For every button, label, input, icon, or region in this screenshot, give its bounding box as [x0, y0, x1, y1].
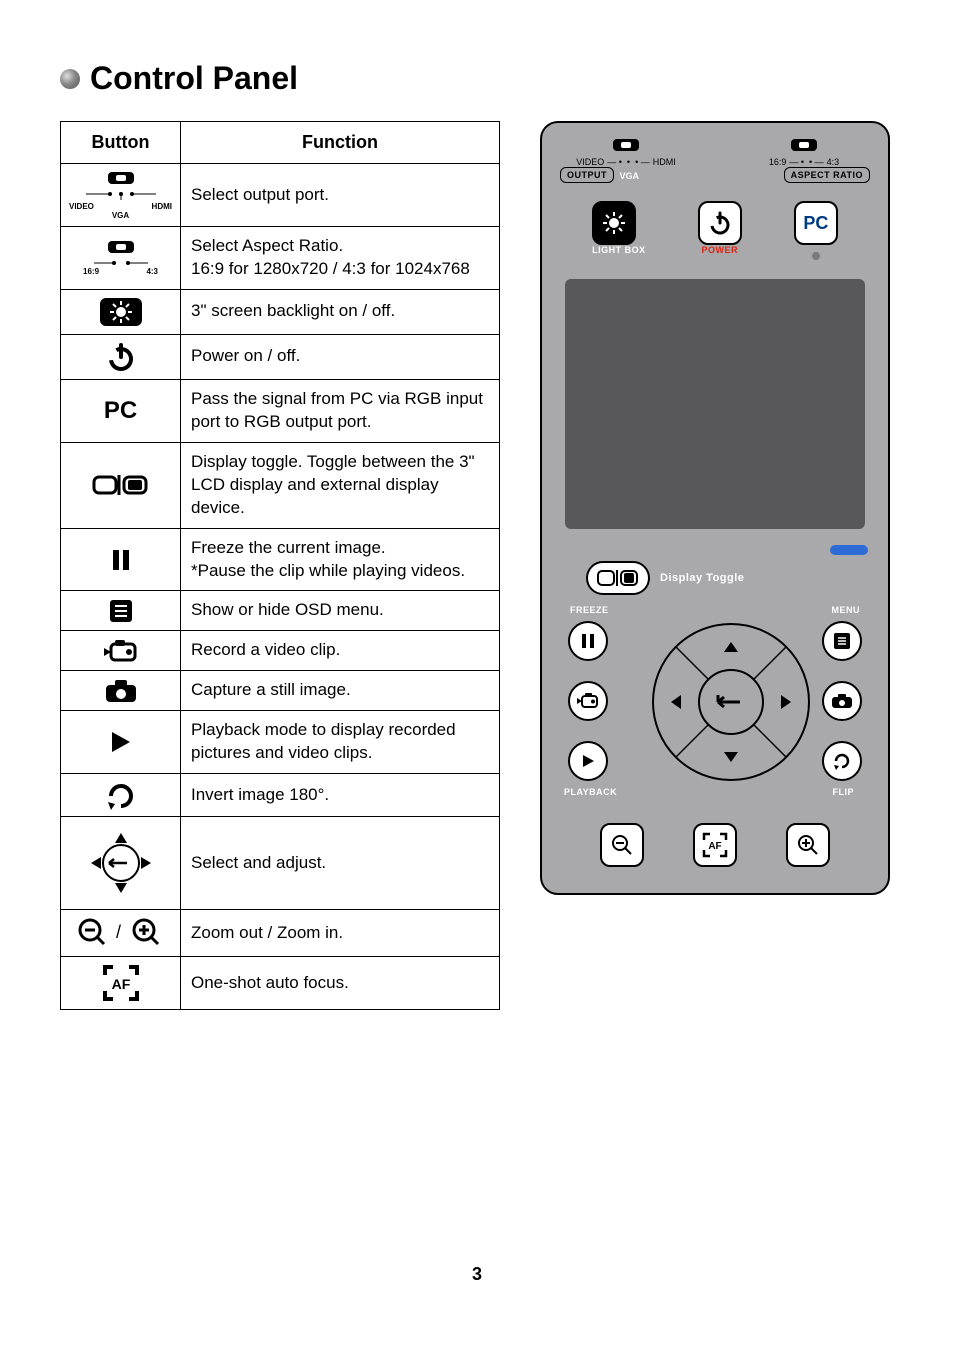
pause-icon — [109, 548, 133, 572]
power-button[interactable] — [698, 201, 742, 245]
record-icon — [101, 638, 141, 664]
table-row: Select and adjust. — [61, 817, 500, 910]
fn-text: Select output port. — [181, 164, 500, 227]
autofocus-button[interactable]: AF — [693, 823, 737, 867]
lightbox-button[interactable] — [592, 201, 636, 245]
aspect-slider[interactable]: 16:9 — • • — 4:3 ASPECT RATIO — [734, 137, 874, 183]
fn-text: Select Aspect Ratio. 16:9 for 1280x720 /… — [181, 227, 500, 290]
title-text: Control Panel — [90, 60, 298, 97]
control-panel-diagram: VIDEO — • • • — HDMI OUTPUT VGA 16:9 — •… — [540, 121, 890, 895]
camera-icon — [104, 678, 138, 704]
output-label-btn: OUTPUT — [560, 167, 614, 183]
fn-text: Show or hide OSD menu. — [181, 591, 500, 631]
display-toggle-icon — [91, 472, 151, 498]
table-row: 3" screen backlight on / off. — [61, 289, 500, 334]
dpad-icon — [81, 823, 161, 903]
fn-text: Power on / off. — [181, 334, 500, 379]
play-icon — [108, 729, 134, 755]
zoom-in-button[interactable] — [786, 823, 830, 867]
fn-text: Pass the signal from PC via RGB input po… — [181, 379, 500, 442]
aspect-label-btn: ASPECT RATIO — [784, 167, 870, 183]
pc-led — [812, 252, 820, 260]
svg-text:AF: AF — [708, 841, 721, 852]
table-row: Show or hide OSD menu. — [61, 591, 500, 631]
th-button: Button — [61, 122, 181, 164]
table-row: AF One-shot auto focus. — [61, 957, 500, 1010]
dpad-control[interactable] — [646, 617, 816, 787]
power-icon — [105, 341, 137, 373]
page-number: 3 — [0, 1264, 954, 1285]
zoom-icons: / — [76, 916, 166, 950]
record-button[interactable] — [568, 681, 608, 721]
table-row: Display toggle. Toggle between the 3" LC… — [61, 442, 500, 528]
table-row: Freeze the current image. *Pause the cli… — [61, 528, 500, 591]
menu-button[interactable] — [822, 621, 862, 661]
fn-text: Freeze the current image. *Pause the cli… — [181, 528, 500, 591]
display-toggle-button[interactable] — [586, 561, 650, 595]
table-row: 16:9 4:3 Select Aspect Ratio. 16:9 for 1… — [61, 227, 500, 290]
svg-text:/: / — [116, 922, 121, 942]
page-title: Control Panel — [60, 60, 894, 97]
fn-text: 3" screen backlight on / off. — [181, 289, 500, 334]
fn-text: One-shot auto focus. — [181, 957, 500, 1010]
freeze-button[interactable] — [568, 621, 608, 661]
fn-text: Select and adjust. — [181, 817, 500, 910]
status-led — [830, 545, 868, 555]
menu-icon — [108, 598, 134, 624]
table-row: PC Pass the signal from PC via RGB input… — [61, 379, 500, 442]
capture-button[interactable] — [822, 681, 862, 721]
table-row: VIDEO HDMI VGA Select output port. — [61, 164, 500, 227]
table-row: Power on / off. — [61, 334, 500, 379]
svg-text:AF: AF — [111, 976, 130, 992]
fn-text: Playback mode to display recorded pictur… — [181, 711, 500, 774]
table-row: / Zoom out / Zoom in. — [61, 910, 500, 957]
fn-text: Record a video clip. — [181, 631, 500, 671]
th-function: Function — [181, 122, 500, 164]
af-icon: AF — [101, 963, 141, 1003]
fn-text: Capture a still image. — [181, 671, 500, 711]
flip-icon — [105, 780, 137, 810]
playback-button[interactable] — [568, 741, 608, 781]
table-row: Invert image 180°. — [61, 774, 500, 817]
table-row: Capture a still image. — [61, 671, 500, 711]
bullet-icon — [60, 69, 80, 89]
fn-text: Zoom out / Zoom in. — [181, 910, 500, 957]
fn-text: Invert image 180°. — [181, 774, 500, 817]
zoom-out-button[interactable] — [600, 823, 644, 867]
table-row: Playback mode to display recorded pictur… — [61, 711, 500, 774]
pc-button[interactable]: PC — [794, 201, 838, 245]
flip-button[interactable] — [822, 741, 862, 781]
lcd-screen — [565, 279, 865, 529]
function-table: Button Function — [60, 121, 500, 1010]
table-row: Record a video clip. — [61, 631, 500, 671]
fn-text: Display toggle. Toggle between the 3" LC… — [181, 442, 500, 528]
output-slider[interactable]: VIDEO — • • • — HDMI OUTPUT VGA — [556, 137, 696, 183]
pc-icon: PC — [61, 379, 181, 442]
lightbox-icon — [98, 296, 144, 328]
